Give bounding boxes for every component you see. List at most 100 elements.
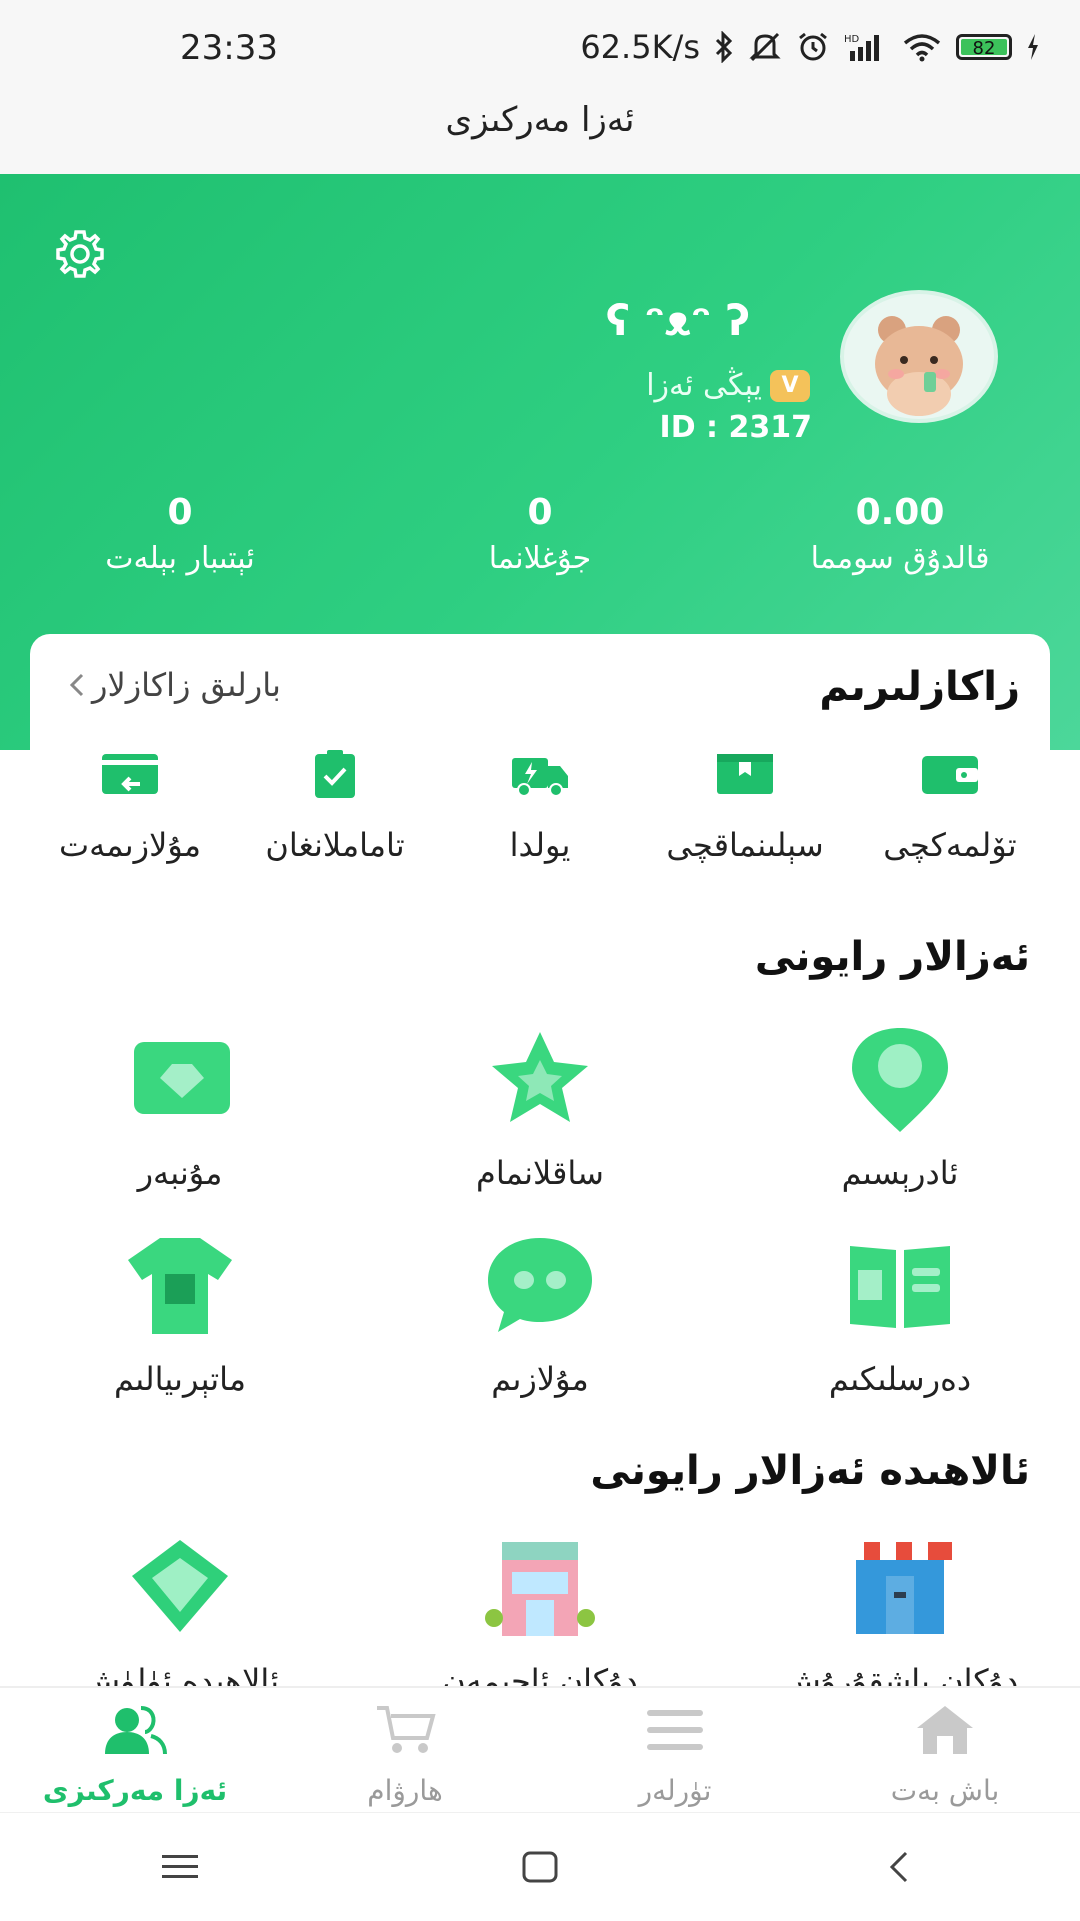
book-icon — [850, 1246, 950, 1328]
menu-icon[interactable] — [158, 1845, 202, 1889]
delivery-truck-icon — [512, 758, 568, 797]
hd-signal-icon: HD — [844, 34, 879, 61]
stat-points[interactable]: 0 جۇغلانما — [390, 492, 690, 576]
title-bar: ئەزا مەركىزى — [0, 98, 1080, 174]
bear-avatar-icon — [875, 316, 963, 416]
return-service-icon — [102, 754, 158, 794]
order-item-to-ship[interactable]: سېلىنماقچى — [645, 750, 845, 864]
order-label: مۇلازىمەت — [58, 826, 202, 864]
tile-open-shop[interactable]: دۇكان ئاچىمەن — [390, 1532, 690, 1688]
diamond-icon — [132, 1540, 228, 1632]
all-orders-link[interactable]: بارلىق زاكازلار — [68, 666, 281, 704]
svg-text:HD: HD — [844, 34, 860, 45]
stat-balance[interactable]: 0.00 قالدۇق سومما — [750, 492, 1050, 576]
nav-label: باش بەت — [890, 1774, 1000, 1807]
wallet-icon — [922, 756, 978, 794]
order-item-to-pay[interactable]: تۆلمەكچى — [850, 750, 1050, 864]
members-row-1: مۇنبەر ساقلانمام ئادرېسىم — [0, 1024, 1080, 1192]
order-label: تۆلمەكچى — [883, 826, 1017, 864]
cart-icon — [377, 1706, 436, 1753]
order-item-service[interactable]: مۇلازىمەت — [30, 750, 230, 864]
tile-forum[interactable]: مۇنبەر — [30, 1024, 330, 1192]
system-nav-bar — [0, 1812, 1080, 1921]
alarm-icon — [799, 32, 827, 61]
tile-favorites[interactable]: ساقلانمام — [390, 1024, 690, 1192]
star-icon — [492, 1032, 588, 1122]
special-area-title: ئالاھىدە ئەزالار رايونى — [590, 1448, 1030, 1494]
wifi-icon — [903, 34, 941, 62]
bottom-nav: ئەزا مەركىزى ھارۋام تۈرلەر باش بەت — [0, 1686, 1080, 1814]
avatar[interactable] — [840, 290, 998, 423]
stat-label: قالدۇق سومما — [810, 541, 990, 576]
all-orders-label: بارلىق زاكازلار — [92, 666, 281, 704]
tile-special-share[interactable]: ئالاھىدە ئۈلۈش — [30, 1532, 330, 1688]
battery-icon: 82 — [956, 34, 1012, 60]
home-square-icon[interactable] — [518, 1845, 562, 1889]
tile-label: مۇنبەر — [137, 1154, 223, 1192]
box-icon — [717, 754, 773, 794]
tshirt-icon — [128, 1238, 232, 1334]
nav-label: ئەزا مەركىزى — [42, 1774, 228, 1807]
members-row-2: ماتېرىيالىم مۇلازىم دەرسلىكىم — [0, 1230, 1080, 1398]
user-id: ID : 2317 — [659, 410, 812, 445]
stat-label: ئېتىبار بېلەت — [105, 541, 255, 576]
clipboard-check-icon — [315, 750, 355, 798]
charging-icon — [1028, 34, 1038, 60]
status-icons: 62.5K/s HD 82 — [580, 28, 1040, 66]
stat-label: جۇغلانما — [488, 541, 592, 576]
order-item-shipping[interactable]: يولدا — [440, 750, 640, 864]
market-stall-icon — [848, 1542, 952, 1634]
home-icon — [917, 1706, 973, 1754]
nav-label: ھارۋام — [367, 1774, 443, 1807]
list-icon — [647, 1710, 703, 1750]
nav-categories[interactable]: تۈرلەر — [565, 1688, 785, 1814]
tile-label: مۇلازىم — [491, 1360, 589, 1398]
tile-label: ساقلانمام — [476, 1154, 604, 1192]
diamond-card-icon — [134, 1042, 230, 1114]
stats-row: 0 ئېتىبار بېلەت 0 جۇغلانما 0.00 قالدۇق س… — [0, 492, 1080, 576]
nav-cart[interactable]: ھارۋام — [295, 1688, 515, 1814]
vip-badge-icon: V — [770, 369, 810, 402]
chevron-left-icon — [69, 673, 84, 697]
status-bar: 23:33 62.5K/s HD 82 — [0, 0, 1080, 98]
back-icon[interactable] — [878, 1845, 922, 1889]
tile-label: ئادرېسىم — [841, 1154, 959, 1192]
bluetooth-icon — [715, 31, 733, 63]
page-title: ئەزا مەركىزى — [445, 100, 635, 140]
mute-icon — [749, 32, 781, 62]
tile-address[interactable]: ئادرېسىم — [750, 1024, 1050, 1192]
location-pin-icon — [852, 1028, 948, 1132]
tile-label: ماتېرىيالىم — [113, 1360, 247, 1398]
chat-bubble-icon — [488, 1238, 592, 1332]
stat-value: 0 — [167, 492, 193, 533]
network-speed: 62.5K/s — [580, 28, 700, 66]
order-label: يولدا — [509, 826, 571, 864]
member-icon — [105, 1706, 167, 1755]
status-time: 23:33 — [180, 28, 278, 68]
tile-shop-manage[interactable]: دۇكان باشقۇرۇش — [750, 1532, 1050, 1688]
tile-label: ئالاھىدە ئۈلۈش — [81, 1662, 279, 1688]
stat-value: 0 — [527, 492, 553, 533]
nav-member-center[interactable]: ئەزا مەركىزى — [25, 1688, 245, 1814]
tile-service[interactable]: مۇلازىم — [390, 1230, 690, 1398]
order-status-row: مۇلازىمەت تاماملانغان يولدا سېلىنماقچى ت… — [30, 750, 1050, 864]
members-area-title: ئەزالار رايونى — [754, 934, 1030, 980]
orders-title: زاكازلىرىم — [819, 664, 1020, 710]
storefront-icon — [485, 1542, 595, 1636]
order-label: سېلىنماقچى — [666, 826, 824, 864]
member-level-label: يېڭى ئەزا — [646, 368, 762, 403]
nav-home[interactable]: باش بەت — [835, 1688, 1055, 1814]
stat-coupons[interactable]: 0 ئېتىبار بېلەت — [30, 492, 330, 576]
special-row: ئالاھىدە ئۈلۈش دۇكان ئاچىمەن دۇكان باشقۇ… — [0, 1532, 1080, 1688]
stat-value: 0.00 — [855, 492, 945, 533]
nav-label: تۈرلەر — [638, 1774, 712, 1807]
tile-label: دۇكان باشقۇرۇش — [781, 1662, 1019, 1688]
order-item-completed[interactable]: تاماملانغان — [235, 750, 435, 864]
tile-courses[interactable]: دەرسلىكىم — [750, 1230, 1050, 1398]
tile-materials[interactable]: ماتېرىيالىم — [30, 1230, 330, 1398]
member-level: V يېڭى ئەزا — [646, 368, 810, 403]
tile-label: دۇكان ئاچىمەن — [442, 1662, 638, 1688]
gear-icon[interactable] — [52, 226, 108, 282]
user-nickname: ʕ ᵔᴥᵔ ʔ — [605, 296, 750, 345]
tile-label: دەرسلىكىم — [828, 1360, 972, 1398]
